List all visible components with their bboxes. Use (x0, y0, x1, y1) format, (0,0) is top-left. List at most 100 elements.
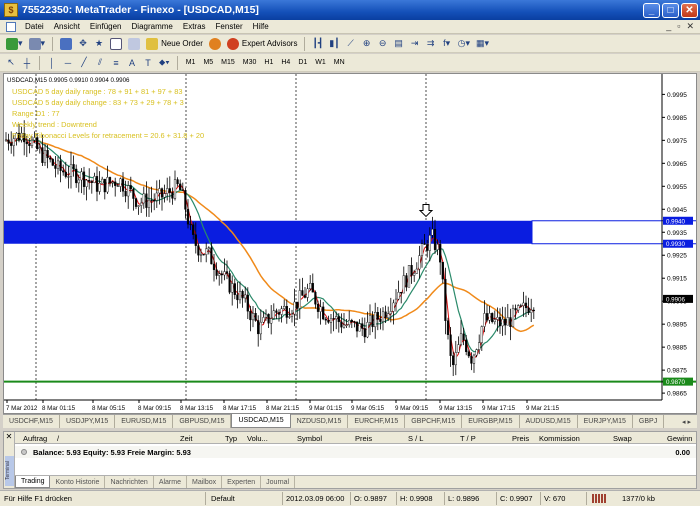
timeframe-d1[interactable]: D1 (295, 59, 310, 66)
chart-window[interactable]: 0.9995 0.9985 0.9975 0.9965 0.9955 0.9945 0.99… (3, 73, 697, 414)
resistance-zone-extension[interactable] (531, 220, 663, 245)
periods-icon[interactable]: ◷▾ (456, 37, 472, 51)
zoom-out-icon[interactable]: ⊖ (376, 37, 390, 51)
menu-datei[interactable]: Datei (20, 22, 49, 31)
auto-scroll-icon[interactable]: ⇉ (424, 37, 438, 51)
chart-tab-audusd[interactable]: AUDUSD,M15 (520, 415, 578, 428)
minimize-button[interactable]: _ (643, 2, 660, 18)
col-volume[interactable]: Volu... (247, 434, 268, 443)
balance-row[interactable]: Balance: 5.93 Equity: 5.93 Freie Margin:… (15, 446, 696, 458)
tab-journal[interactable]: Journal (261, 476, 296, 488)
menu-ansicht[interactable]: Ansicht (49, 22, 85, 31)
time-tick-label: 8 Mar 01:15 (42, 405, 76, 412)
tile-windows-icon[interactable]: ▤ (392, 37, 406, 51)
chart-tab-gbpchf[interactable]: GBPCHF,M15 (405, 415, 463, 428)
col-take-profit[interactable]: T / P (460, 434, 476, 443)
indicators-icon[interactable]: f▾ (440, 37, 454, 51)
data-window-icon[interactable]: ✥ (76, 37, 90, 51)
crosshair-icon[interactable]: ┼ (20, 56, 34, 70)
new-order-button[interactable]: Neue Order (144, 37, 205, 51)
arrows-icon[interactable]: ⬥▾ (157, 56, 172, 70)
mdi-controls: _ ▫ ✕ (666, 21, 700, 32)
templates-icon[interactable]: ▦▾ (474, 37, 491, 51)
horizontal-line-icon[interactable]: ─ (61, 56, 75, 70)
menu-hilfe[interactable]: Hilfe (248, 22, 274, 31)
mdi-minimize-button[interactable]: _ (666, 21, 671, 32)
col-gewinn[interactable]: Gewinn (667, 434, 692, 443)
chart-document-icon[interactable] (6, 21, 16, 32)
close-button[interactable]: ✕ (681, 2, 698, 18)
tab-nachrichten[interactable]: Nachrichten (105, 476, 154, 488)
mdi-restore-button[interactable]: ▫ (677, 21, 680, 32)
bar-chart-icon[interactable]: ┃┫ (310, 37, 325, 51)
profiles-icon[interactable]: ▾ (27, 37, 48, 51)
col-stop-loss[interactable]: S / L (408, 434, 423, 443)
chart-tab-eurchf[interactable]: EURCHF,M15 (348, 415, 406, 428)
metaeditor-icon[interactable] (207, 37, 223, 51)
terminal-close-button[interactable]: ✕ (4, 432, 14, 442)
tab-scroll-arrows[interactable]: ◂ ▸ (676, 415, 697, 428)
tab-experten[interactable]: Experten (222, 476, 262, 488)
text-icon[interactable]: A (125, 56, 139, 70)
price-tick-label: 0.9995 (667, 92, 687, 99)
resistance-zone-rect[interactable] (4, 220, 532, 244)
tab-konto-historie[interactable]: Konto Historie (50, 476, 106, 488)
candlestick-chart-icon[interactable]: ▮┃ (327, 37, 341, 51)
chart-tab-nzdusd[interactable]: NZDUSD,M15 (291, 415, 349, 428)
menu-extras[interactable]: Extras (178, 22, 211, 31)
line-chart-icon[interactable]: ⟋ (344, 37, 358, 51)
menu-fenster[interactable]: Fenster (211, 22, 248, 31)
col-kommission[interactable]: Kommission (539, 434, 580, 443)
col-auftrag[interactable]: Auftrag (23, 434, 47, 443)
chart-shift-icon[interactable]: ⇥ (408, 37, 422, 51)
chart-tab-usdchf[interactable]: USDCHF,M15 (3, 415, 60, 428)
zoom-in-icon[interactable]: ⊕ (360, 37, 374, 51)
col-swap[interactable]: Swap (613, 434, 632, 443)
cursor-icon[interactable]: ↖ (4, 56, 18, 70)
market-watch-icon[interactable] (58, 37, 74, 51)
chart-tab-gbpusd[interactable]: GBPUSD,M15 (173, 415, 232, 428)
menu-diagramme[interactable]: Diagramme (127, 22, 178, 31)
fibonacci-icon[interactable]: ≡ (109, 56, 123, 70)
candle-body (134, 198, 138, 207)
expert-advisors-button[interactable]: Expert Advisors (225, 37, 300, 51)
col-zeit[interactable]: Zeit (180, 434, 193, 443)
navigator-icon[interactable]: ★ (92, 37, 106, 51)
col-symbol[interactable]: Symbol (297, 434, 322, 443)
timeframe-mn[interactable]: MN (331, 59, 348, 66)
chart-tab-eurjpy[interactable]: EURJPY,M15 (578, 415, 633, 428)
maximize-button[interactable]: □ (662, 2, 679, 18)
strategy-tester-icon[interactable] (126, 37, 142, 51)
chart-tab-usdcad[interactable]: USDCAD,M15 (231, 414, 291, 428)
trendline-icon[interactable]: ╱ (77, 56, 91, 70)
candle-body (470, 355, 473, 364)
chart-tab-gbpj[interactable]: GBPJ (633, 415, 665, 428)
tab-alarme[interactable]: Alarme (154, 476, 187, 488)
col-preis-current[interactable]: Preis (512, 434, 529, 443)
tab-trading[interactable]: Trading (15, 476, 51, 488)
timeframe-m1[interactable]: M1 (183, 59, 199, 66)
timeframe-m30[interactable]: M30 (240, 59, 260, 66)
chart-tab-usdjpy[interactable]: USDJPY,M15 (60, 415, 116, 428)
chart-tab-eurusd[interactable]: EURUSD,M15 (115, 415, 174, 428)
tab-mailbox[interactable]: Mailbox (187, 476, 223, 488)
timeframe-m15[interactable]: M15 (218, 59, 238, 66)
down-arrow-icon[interactable] (418, 203, 434, 218)
timeframe-h4[interactable]: H4 (278, 59, 293, 66)
text-label-icon[interactable]: T (141, 56, 155, 70)
mdi-close-button[interactable]: ✕ (686, 21, 694, 32)
chart-tab-eurgbp[interactable]: EURGBP,M15 (462, 415, 520, 428)
candle-body (405, 275, 408, 288)
title-bar[interactable]: $ 75522350: MetaTrader - Finexo - [USDCA… (0, 0, 700, 20)
channel-icon[interactable]: ⫽ (93, 56, 107, 70)
timeframe-m5[interactable]: M5 (200, 59, 216, 66)
vertical-line-icon[interactable]: │ (45, 56, 59, 70)
col-typ[interactable]: Typ (225, 434, 237, 443)
menu-einfuegen[interactable]: Einfügen (85, 22, 127, 31)
new-chart-icon[interactable]: ▾ (4, 37, 25, 51)
timeframe-w1[interactable]: W1 (312, 59, 329, 66)
price-chart[interactable]: 0.9995 0.9985 0.9975 0.9965 0.9955 0.9945 0.99… (4, 74, 696, 413)
timeframe-h1[interactable]: H1 (261, 59, 276, 66)
terminal-icon[interactable] (108, 37, 124, 51)
col-preis-open[interactable]: Preis (355, 434, 372, 443)
